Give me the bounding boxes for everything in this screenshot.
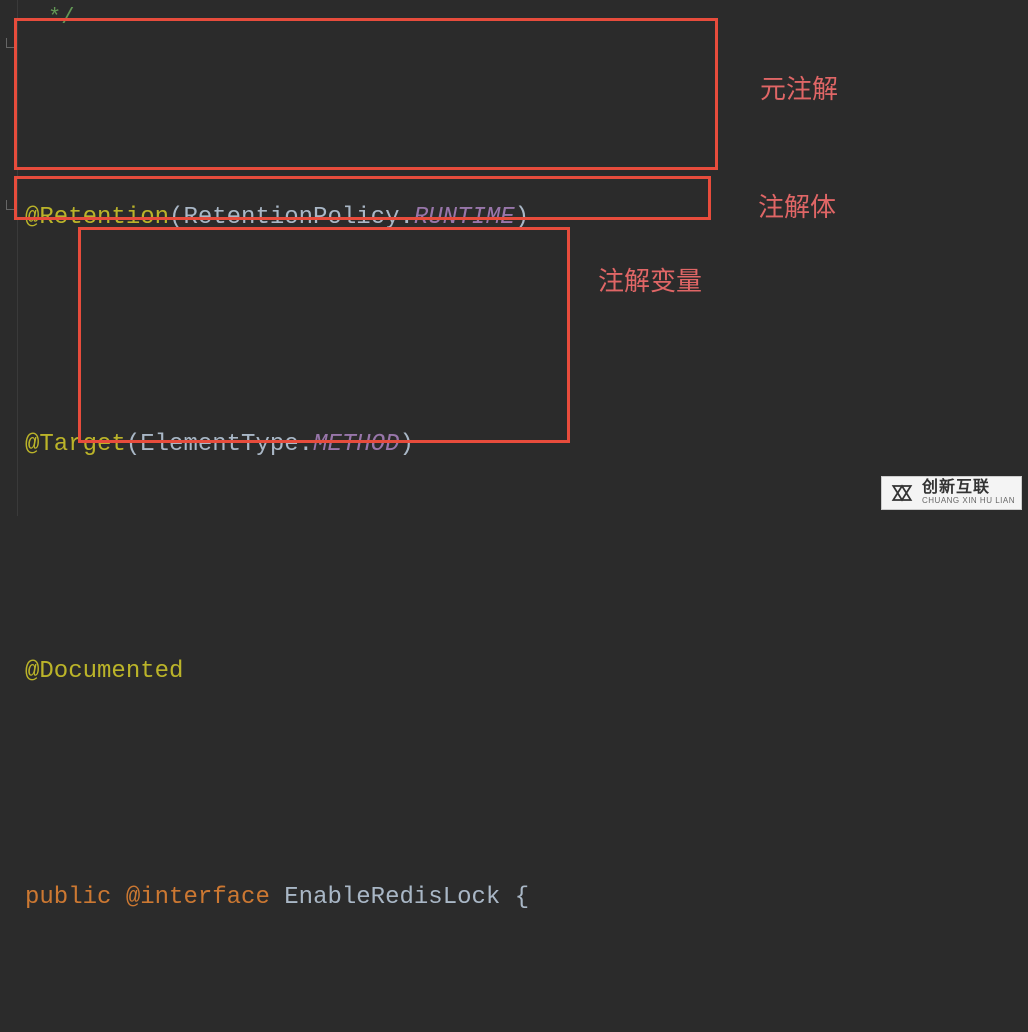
paren-close: ) [400,423,414,466]
annotation-at: @ [25,423,39,466]
label-meta-annotation: 元注解 [760,66,838,113]
keyword-at-interface: @interface [126,876,270,919]
annotation-at: @ [25,650,39,693]
watermark-logo-icon [888,479,916,507]
paren-close: ) [515,196,529,239]
dot: . [399,196,413,239]
code-line: @Documented [25,644,745,698]
label-annotation-body: 注解体 [758,184,836,231]
code-editor-area[interactable]: @Retention(RetentionPolicy.RUNTIME) @Tar… [25,0,745,1032]
watermark-text-cn: 创新互联 [922,480,1015,497]
annotation-name: Retention [39,196,169,239]
watermark-text-en: CHUANG XIN HU LIAN [922,497,1015,505]
brace-open: { [515,876,529,919]
code-line: public @interface EnableRedisLock { [25,871,745,925]
code-line: @Retention(RetentionPolicy.RUNTIME) [25,191,745,245]
enum-constant: RUNTIME [414,196,515,239]
annotation-at: @ [25,196,39,239]
editor-gutter [0,0,18,516]
dot: . [299,423,313,466]
annotation-name: Target [39,423,125,466]
fold-marker-icon [6,38,16,48]
label-annotation-variable: 注解变量 [598,258,702,305]
class-ref: RetentionPolicy [183,196,399,239]
interface-name: EnableRedisLock [284,876,500,919]
fold-marker-icon [6,200,16,210]
enum-constant: METHOD [313,423,399,466]
paren-open: ( [169,196,183,239]
class-ref: ElementType [140,423,298,466]
keyword-public: public [25,876,111,919]
watermark: 创新互联 CHUANG XIN HU LIAN [881,476,1022,510]
annotation-name: Documented [39,650,183,693]
paren-open: ( [126,423,140,466]
code-line: @Target(ElementType.METHOD) [25,418,745,472]
